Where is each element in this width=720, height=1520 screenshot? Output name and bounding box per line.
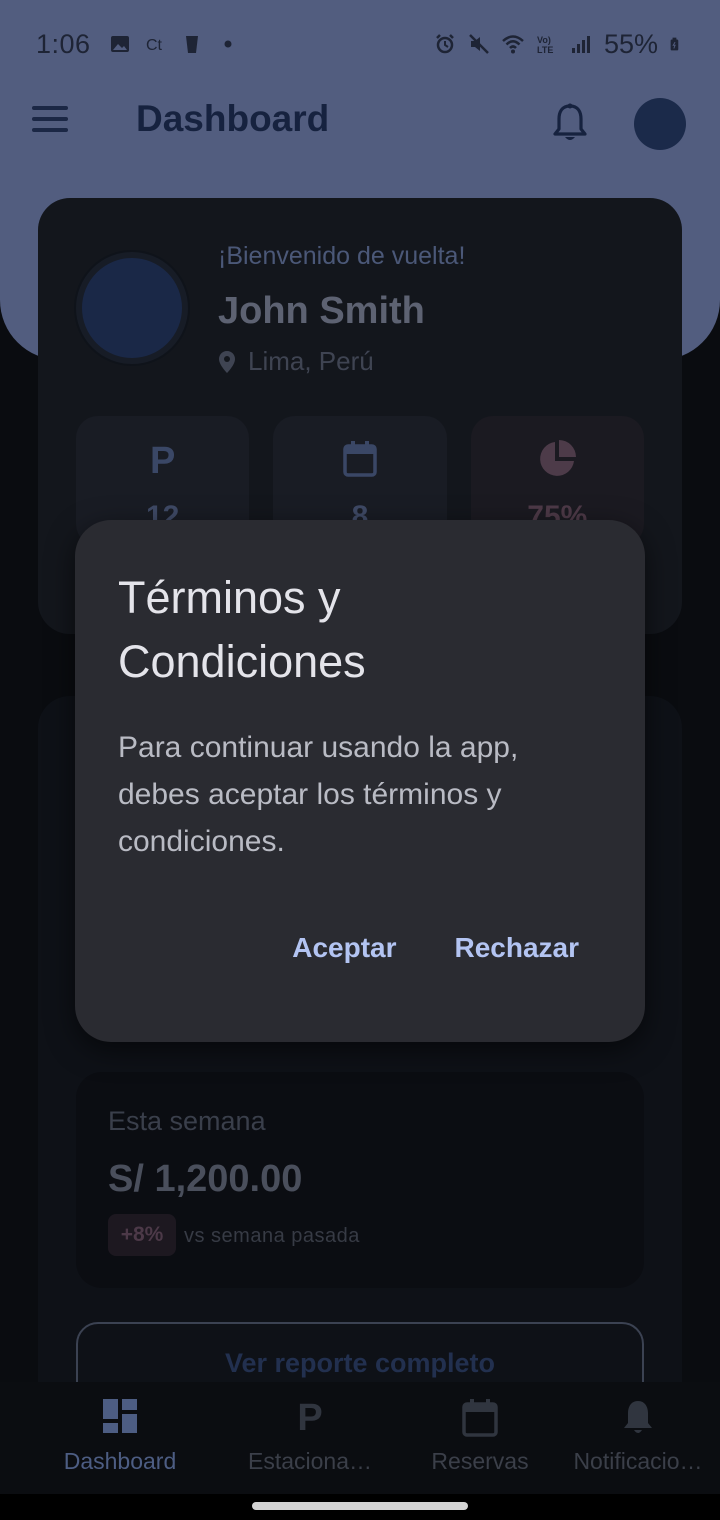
nav-label: Dashboard: [63, 1448, 177, 1474]
hamburger-icon-line: [32, 117, 68, 121]
nav-item-reservations[interactable]: Reservas: [390, 1382, 570, 1494]
week-amount: S/ 1,200.00: [108, 1158, 303, 1200]
parking-icon: P: [149, 440, 176, 482]
nav-item-parking[interactable]: P Estaciona…: [220, 1382, 400, 1494]
comparison-text: vs semana pasada: [184, 1225, 360, 1247]
dot-icon: [224, 40, 232, 48]
dialog-title: Términos y Condiciones: [118, 572, 366, 687]
dialog-actions: Aceptar Rechazar: [292, 932, 579, 964]
avatar[interactable]: [634, 98, 686, 150]
user-name: John Smith: [218, 290, 425, 332]
app-screen: 1:06 Ct Vo) LTE 55% Dashboard ¡Bienvenid…: [0, 0, 720, 1520]
parking-icon: P: [297, 1397, 323, 1439]
battery-icon: [670, 37, 679, 51]
week-summary-card: Esta semana S/ 1,200.00 +8% vs semana pa…: [76, 1072, 644, 1288]
terms-dialog: Términos y Condiciones Para continuar us…: [75, 520, 645, 1042]
ct-app-icon: Ct: [146, 37, 163, 54]
cup-icon: [185, 36, 198, 53]
alarm-icon: [436, 34, 454, 54]
nav-item-dashboard[interactable]: Dashboard: [30, 1382, 210, 1494]
image-icon: [110, 36, 129, 52]
pie-chart-icon: [471, 440, 644, 483]
status-system-icons: Vo) LTE 55%: [434, 29, 684, 60]
calendar-icon: [390, 1398, 570, 1438]
location-pin-icon: [219, 350, 235, 373]
page-title: Dashboard: [136, 98, 330, 139]
svg-text:Ct: Ct: [146, 37, 163, 54]
bell-icon: [548, 1398, 720, 1436]
profile-avatar: [76, 252, 188, 364]
gesture-area: [0, 1494, 720, 1520]
signal-icon: [571, 36, 590, 53]
battery-percent: 55%: [603, 28, 658, 59]
location-text: Lima, Perú: [248, 346, 374, 376]
home-gesture-bar[interactable]: [252, 1502, 468, 1510]
nav-label: Reservas: [431, 1448, 529, 1474]
location: Lima, Perú: [218, 346, 374, 377]
status-notification-icons: Ct: [109, 33, 239, 55]
dialog-message: Para continuar usando la app, debes acep…: [118, 731, 519, 858]
menu-button[interactable]: [32, 106, 72, 140]
hamburger-icon-line: [32, 106, 68, 110]
nav-label: Notificacio…: [573, 1448, 703, 1474]
volte-icon: Vo)LTE: [537, 35, 553, 55]
svg-text:LTE: LTE: [537, 45, 553, 55]
status-bar: 1:06 Ct Vo) LTE 55%: [0, 0, 720, 88]
hamburger-icon-line: [32, 128, 68, 132]
bell-icon[interactable]: [550, 102, 590, 144]
change-badge: +8%: [108, 1214, 176, 1256]
mute-icon: [469, 34, 489, 54]
accept-button[interactable]: Aceptar: [292, 932, 396, 964]
app-bar: Dashboard: [0, 88, 720, 160]
svg-text:Vo): Vo): [537, 35, 551, 45]
calendar-icon: [273, 440, 446, 483]
view-report-label: Ver reporte completo: [224, 1348, 496, 1378]
welcome-text: ¡Bienvenido de vuelta!: [218, 242, 466, 270]
dashboard-icon: [30, 1398, 210, 1434]
wifi-icon: [502, 35, 524, 54]
nav-item-notifications[interactable]: Notificacio…: [548, 1382, 720, 1494]
status-time: 1:06: [36, 28, 91, 59]
nav-label: Estaciona…: [247, 1448, 372, 1474]
week-label: Esta semana: [108, 1106, 266, 1136]
bottom-navigation: Dashboard P Estaciona… Reservas Notifica…: [0, 1382, 720, 1494]
reject-button[interactable]: Rechazar: [454, 932, 579, 964]
